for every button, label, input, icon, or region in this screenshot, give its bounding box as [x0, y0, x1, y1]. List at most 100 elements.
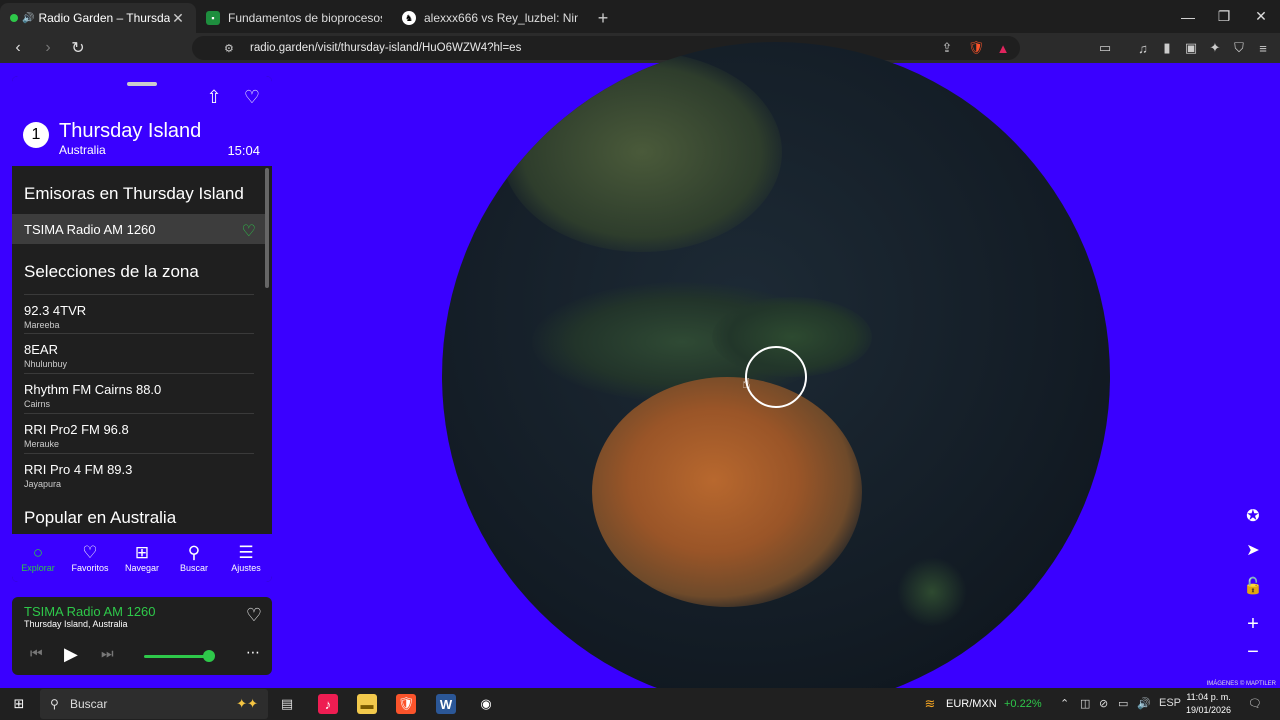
search-icon: ⚲: [187, 543, 201, 562]
tab-bioprocesos[interactable]: ▪ Fundamentos de bioprocesos 5C: [196, 3, 392, 33]
tab-lichess[interactable]: ♞ alexxx666 vs Rey_luzbel: Nimzo-Larse: [392, 3, 588, 33]
task-view-icon[interactable]: ▤: [277, 694, 297, 714]
locate-icon[interactable]: ➤: [1240, 537, 1266, 563]
word-icon[interactable]: W: [436, 694, 456, 714]
list-item[interactable]: RRI Pro2 FM 96.8 Merauke: [24, 414, 254, 454]
share-icon[interactable]: ⇧: [203, 86, 225, 108]
media-icon[interactable]: ♫: [1134, 39, 1152, 57]
nav-label: Favoritos: [71, 563, 109, 573]
classroom-icon: ▪: [206, 11, 220, 25]
nav-settings[interactable]: ☰ Ajustes: [220, 534, 272, 582]
lichess-icon: ♞: [402, 11, 416, 25]
windows-start-icon[interactable]: ⊞: [9, 694, 29, 714]
maximize-icon[interactable]: ❐: [1206, 0, 1242, 33]
nav-favorites[interactable]: ♡ Favoritos: [64, 534, 116, 582]
currency-pair[interactable]: EUR/MXN: [946, 698, 997, 710]
tab-radio-garden[interactable]: 🔊 Radio Garden – Thursday Isla ✕: [0, 3, 196, 33]
favorite-heart-icon[interactable]: ♡: [246, 605, 262, 626]
list-item[interactable]: RRI Pro 4 FM 89.3 Jayapura: [24, 454, 254, 494]
file-explorer-icon[interactable]: ▬: [357, 694, 377, 714]
asia-landmass: [502, 52, 782, 252]
station-name: 8EAR: [24, 342, 58, 357]
list-item[interactable]: 8EAR Nhulunbuy: [24, 334, 254, 374]
minimize-icon[interactable]: —: [1170, 0, 1206, 33]
brave-rewards-icon[interactable]: ▲: [994, 39, 1012, 57]
location-marker[interactable]: [745, 346, 807, 408]
tab-title: Fundamentos de bioprocesos 5C: [228, 11, 382, 25]
tiktok-icon[interactable]: ♪: [318, 694, 338, 714]
language-indicator[interactable]: ESP: [1159, 697, 1181, 709]
list-item[interactable]: Rhythm FM Cairns 88.0 Cairns: [24, 374, 254, 414]
nav-label: Ajustes: [231, 563, 261, 573]
notifications-icon[interactable]: 🗨: [1248, 697, 1262, 710]
network-off-icon[interactable]: ⊘: [1099, 697, 1108, 710]
taskbar-search-placeholder: Buscar: [70, 697, 108, 711]
next-icon[interactable]: ⏭: [101, 645, 114, 662]
zoom-in-icon[interactable]: +: [1240, 611, 1266, 637]
volume-slider[interactable]: [144, 655, 209, 658]
brave-browser-icon[interactable]: 🛡: [396, 694, 416, 714]
brave-shields-icon[interactable]: 🛡: [967, 39, 985, 57]
station-name: Rhythm FM Cairns 88.0: [24, 382, 162, 397]
explore-circle-icon: ○: [32, 543, 44, 562]
forward-icon[interactable]: ›: [36, 36, 60, 60]
new-tab-button[interactable]: +: [588, 3, 618, 33]
place-header: ⇧ ♡ 1 Thursday Island Australia 15:04: [12, 76, 272, 166]
zoom-out-icon[interactable]: −: [1240, 639, 1266, 665]
nav-browse[interactable]: ⊞ Navegar: [116, 534, 168, 582]
panel-content[interactable]: Emisoras en Thursday Island TSIMA Radio …: [12, 168, 272, 534]
favorite-heart-icon[interactable]: ♡: [241, 86, 263, 108]
globe-map[interactable]: ☝: [442, 42, 1110, 710]
hamburger-icon: ☰: [238, 543, 254, 562]
station-name: 92.3 4TVR: [24, 303, 87, 318]
currency-change: +0.22%: [1004, 698, 1042, 710]
list-item[interactable]: 92.3 4TVR Mareeba: [24, 294, 254, 334]
leo-ai-icon[interactable]: ✦: [1206, 39, 1224, 57]
back-icon[interactable]: ‹: [6, 36, 30, 60]
audio-player: TSIMA Radio AM 1260 Thursday Island, Aus…: [12, 597, 272, 675]
volume-icon[interactable]: 🔊: [1137, 697, 1151, 710]
station-city: Merauke: [24, 439, 60, 449]
sidebar-icon[interactable]: ▮: [1158, 39, 1176, 57]
nav-explore[interactable]: ○ Explorar: [12, 534, 64, 582]
heart-icon: ♡: [82, 543, 98, 562]
nav-label: Explorar: [21, 563, 55, 573]
unlock-icon[interactable]: 🔓: [1240, 573, 1266, 599]
cast-icon[interactable]: ▭: [1096, 39, 1114, 57]
map-icon: ⊞: [134, 543, 150, 562]
radio-garden-icon: [10, 14, 18, 22]
meet-icon[interactable]: ◫: [1080, 697, 1090, 710]
more-options-icon[interactable]: ⋯: [246, 644, 260, 661]
previous-icon[interactable]: ⏮: [30, 645, 43, 662]
nav-search[interactable]: ⚲ Buscar: [168, 534, 220, 582]
chevron-up-icon[interactable]: ⌃: [1060, 697, 1069, 710]
new-zealand-landmass: [897, 557, 967, 627]
popular-section-title: Popular en Australia: [24, 508, 177, 527]
map-attribution: IMÁGENES © MAPTILER: [1206, 681, 1276, 687]
scrollbar[interactable]: [265, 168, 269, 288]
reload-icon[interactable]: ↻: [66, 36, 90, 60]
network-icon[interactable]: ▭: [1118, 697, 1128, 710]
station-city: Mareeba: [24, 320, 60, 330]
volume-knob[interactable]: [203, 650, 215, 662]
close-window-icon[interactable]: ✕: [1243, 0, 1279, 33]
station-row-highlighted[interactable]: TSIMA Radio AM 1260 ♡: [12, 214, 266, 244]
menu-icon[interactable]: ≡: [1254, 39, 1272, 57]
taskbar-clock[interactable]: 11:04 p. m. 19/01/2026: [1186, 691, 1231, 717]
wallet-icon[interactable]: ▣: [1182, 39, 1200, 57]
search-icon: ⚲: [50, 697, 59, 711]
balloon-icon[interactable]: ✪: [1240, 503, 1266, 529]
site-info-icon[interactable]: ⚙: [224, 42, 234, 55]
favorite-heart-icon[interactable]: ♡: [242, 221, 256, 241]
taskbar-search[interactable]: ⚲ Buscar ✦✦: [40, 689, 268, 719]
obs-icon[interactable]: ◉: [476, 694, 496, 714]
player-station-name[interactable]: TSIMA Radio AM 1260: [24, 604, 156, 619]
vpn-icon[interactable]: ⛉: [1230, 39, 1248, 57]
close-tab-icon[interactable]: ✕: [170, 10, 186, 27]
station-city: Cairns: [24, 399, 51, 409]
play-button[interactable]: ▶: [64, 644, 78, 665]
nav-label: Navegar: [124, 563, 160, 573]
share-icon[interactable]: ⇪: [938, 39, 956, 57]
drag-handle[interactable]: [127, 82, 157, 86]
nav-label: Buscar: [179, 563, 208, 573]
